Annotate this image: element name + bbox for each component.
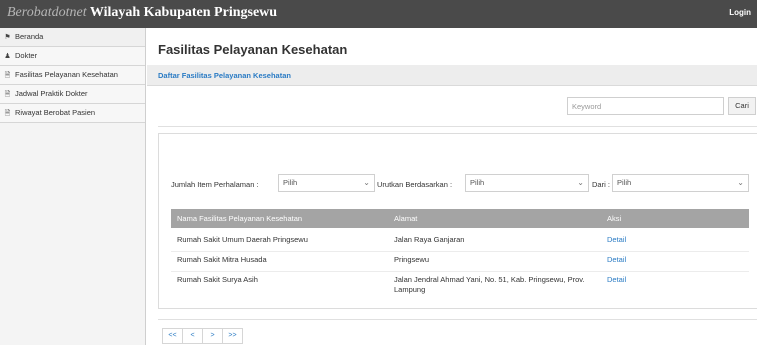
sort-select[interactable]: Pilih ⌄ [465,174,589,192]
sort-label: Urutkan Berdasarkan : [377,180,453,189]
last-page-button[interactable]: >> [222,328,243,344]
detail-link[interactable]: Detail [607,255,626,265]
sidebar-item-label: Dokter [15,51,38,60]
top-navbar: Berobatdotnet Wilayah Kabupaten Pringsew… [0,0,757,28]
sidebar-item-riwayat[interactable]: 🗎 Riwayat Berobat Pasien [0,104,145,123]
main-content: Fasilitas Pelayanan Kesehatan Daftar Fas… [147,28,757,345]
order-label: Dari : [592,180,610,189]
sort-value: Pilih [470,178,485,187]
table-row: Rumah Sakit Umum Daerah Pringsewu Jalan … [171,235,749,252]
brand-bold-text: Wilayah Kabupaten Pringsewu [89,5,278,20]
row-divider [171,271,749,272]
chevron-down-icon: ⌄ [737,178,744,187]
document-icon: 🗎 [4,110,11,117]
sidebar-item-dokter[interactable]: ♟ Dokter [0,47,145,66]
table-header: Nama Fasilitas Pelayanan Kesehatan Alama… [171,209,749,228]
facility-name: Rumah Sakit Surya Asih [177,275,258,284]
facility-address: Jalan Jendral Ahmad Yani, No. 51, Kab. P… [394,275,585,294]
sidebar-item-label: Jadwal Praktik Dokter [15,89,88,98]
chevron-down-icon: ⌄ [577,178,584,187]
home-icon: ⚑ [4,34,11,41]
search-input[interactable] [567,97,724,115]
breadcrumb[interactable]: Daftar Fasilitas Pelayanan Kesehatan [158,71,291,80]
sidebar-item-label: Riwayat Berobat Pasien [15,108,96,117]
per-page-value: Pilih [283,178,298,187]
sidebar: ⚑ Beranda ♟ Dokter 🗎 Fasilitas Pelayanan Ke… [0,28,146,345]
search-button[interactable]: Cari [728,97,756,115]
sidebar-item-beranda[interactable]: ⚑ Beranda [0,28,145,47]
divider [158,319,757,320]
table-row: Rumah Sakit Surya Asih Jalan Jendral Ahm… [171,275,749,303]
sidebar-item-label: Beranda [15,32,44,41]
facility-address: Jalan Raya Ganjaran [394,235,465,244]
brand-italic-text: Berobatdotnet [7,5,87,20]
column-header-name: Nama Fasilitas Pelayanan Kesehatan [177,214,303,223]
user-icon: ♟ [4,53,11,60]
row-divider [171,251,749,252]
pagination: << < > >> [162,328,243,344]
per-page-label: Jumlah Item Perhalaman : [171,180,259,189]
divider [158,126,757,127]
next-page-button[interactable]: > [202,328,223,344]
document-icon: 🗎 [4,72,11,79]
first-page-button[interactable]: << [162,328,183,344]
facility-name: Rumah Sakit Umum Daerah Pringsewu [177,235,308,244]
chevron-down-icon: ⌄ [363,178,370,187]
facility-address: Pringsewu [394,255,430,264]
brand-title[interactable]: Berobatdotnet Wilayah Kabupaten Pringsew… [7,5,277,21]
previous-page-button[interactable]: < [182,328,203,344]
column-header-action: Aksi [607,214,622,223]
results-panel: Jumlah Item Perhalaman : Pilih ⌄ Urutkan… [158,133,757,309]
page-title: Fasilitas Pelayanan Kesehatan [158,42,348,57]
order-value: Pilih [617,178,632,187]
sidebar-item-label: Fasilitas Pelayanan Kesehatan [15,70,118,79]
detail-link[interactable]: Detail [607,235,626,245]
facility-name: Rumah Sakit Mitra Husada [177,255,267,264]
breadcrumb-bar: Daftar Fasilitas Pelayanan Kesehatan [147,65,757,86]
detail-link[interactable]: Detail [607,275,626,285]
sidebar-item-jadwal[interactable]: 🗎 Jadwal Praktik Dokter [0,85,145,104]
document-icon: 🗎 [4,91,11,98]
sidebar-item-fasilitas[interactable]: 🗎 Fasilitas Pelayanan Kesehatan [0,66,145,85]
login-link[interactable]: Login [729,8,751,17]
order-select[interactable]: Pilih ⌄ [612,174,749,192]
column-header-address: Alamat [394,214,418,223]
per-page-select[interactable]: Pilih ⌄ [278,174,375,192]
table-row: Rumah Sakit Mitra Husada Pringsewu Detai… [171,255,749,272]
